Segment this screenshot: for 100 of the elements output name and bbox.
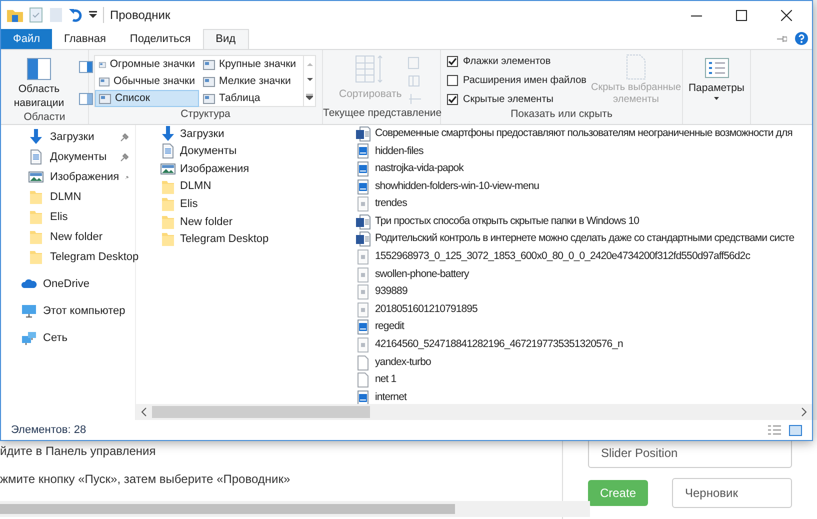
- scroll-down-icon[interactable]: [306, 78, 312, 82]
- details-view-icon[interactable]: [768, 424, 781, 436]
- close-icon[interactable]: [781, 10, 792, 20]
- scroll-right-icon[interactable]: [799, 407, 809, 417]
- download-arrow-icon: [28, 129, 44, 145]
- file-item[interactable]: 42164560_524718841282196_4672197735351320576_n: [355, 336, 812, 354]
- monitor-icon: [21, 303, 37, 319]
- file-item[interactable]: New folder: [160, 212, 355, 231]
- expand-icon[interactable]: [306, 94, 313, 100]
- folder-icon: [28, 229, 44, 245]
- nav-item[interactable]: Elis: [1, 207, 135, 227]
- file-item[interactable]: DLMN: [160, 178, 355, 196]
- details-pane-icon[interactable]: [79, 93, 93, 105]
- navigation-pane-icon[interactable]: [27, 58, 51, 80]
- options-icon[interactable]: [704, 58, 728, 78]
- file-item[interactable]: regedit: [355, 318, 812, 336]
- nav-item[interactable]: Документы: [1, 147, 135, 167]
- pin-icon[interactable]: [777, 35, 787, 43]
- properties-icon[interactable]: [29, 7, 43, 23]
- image-file-icon: [355, 248, 371, 265]
- blank-file-icon: [355, 354, 371, 371]
- file-item[interactable]: Загрузки: [160, 125, 355, 143]
- view-option[interactable]: Список: [95, 90, 199, 107]
- help-icon[interactable]: [795, 32, 808, 45]
- folder-icon: [160, 178, 176, 195]
- folder-icon: [28, 249, 44, 265]
- nav-item[interactable]: Этот компьютер: [1, 301, 135, 321]
- view-icon: [203, 94, 215, 104]
- file-item[interactable]: Родительский контроль в интернете можно сделать даже со стандартными средствами систе: [355, 230, 812, 248]
- checkbox[interactable]: Скрытые элементы: [447, 92, 589, 107]
- dropdown-icon[interactable]: [89, 11, 97, 19]
- checkbox[interactable]: Расширения имен файлов: [447, 73, 589, 88]
- view-option[interactable]: Обычные значки: [95, 73, 199, 90]
- view-icon: [99, 94, 111, 104]
- paragraph: жмите кнопку «Пуск», затем выберите «Проводник»: [0, 471, 292, 488]
- network-icon: [21, 330, 37, 346]
- checkbox[interactable]: Флажки элементов: [447, 54, 589, 69]
- word-document-icon: [355, 214, 371, 230]
- scrollbar[interactable]: [0, 501, 590, 517]
- file-item[interactable]: Telegram Desktop: [160, 230, 355, 248]
- file-item[interactable]: Три простых способа открыть скрытые папки в Windows 10: [355, 212, 812, 231]
- ribbon-tab[interactable]: Вид: [202, 29, 249, 49]
- file-item[interactable]: 2018051601210791895: [355, 300, 812, 319]
- file-item[interactable]: hidden-files: [355, 142, 812, 160]
- file-item[interactable]: yandex-turbo: [355, 354, 812, 372]
- nav-item[interactable]: Сеть: [1, 328, 135, 348]
- view-option[interactable]: Крупные значки: [199, 56, 303, 73]
- folder-icon: [160, 196, 176, 212]
- image-file-icon: [355, 196, 371, 212]
- maximize-icon[interactable]: [736, 10, 747, 20]
- file-item[interactable]: net 1: [355, 371, 812, 389]
- image-file-icon: [355, 160, 371, 177]
- file-item[interactable]: swollen-phone-battery: [355, 266, 812, 284]
- file-item[interactable]: trendes: [355, 195, 812, 213]
- checkmark-icon: [448, 57, 457, 66]
- image-file-icon: [355, 390, 371, 404]
- file-item[interactable]: Изображения: [160, 160, 355, 178]
- nav-item[interactable]: Изображения: [1, 167, 135, 187]
- folder-icon: [28, 189, 44, 205]
- ribbon-tab[interactable]: Файл: [1, 29, 52, 49]
- file-item[interactable]: nastrojka-vida-papok: [355, 160, 812, 178]
- file-item[interactable]: showhidden-folders-win-10-view-menu: [355, 178, 812, 196]
- file-item[interactable]: Документы: [160, 142, 355, 160]
- image-icon: [28, 169, 44, 185]
- document-icon: [160, 143, 176, 160]
- large-icons-view-icon[interactable]: [789, 424, 802, 436]
- nav-item[interactable]: New folder: [1, 227, 135, 247]
- nav-item[interactable]: OneDrive: [1, 274, 135, 294]
- checkmark-icon: [448, 95, 457, 104]
- word-document-icon: [355, 231, 371, 248]
- nav-item[interactable]: DLMN: [1, 187, 135, 207]
- view-option[interactable]: Мелкие значки: [199, 73, 303, 90]
- ribbon-tab[interactable]: Поделиться: [118, 29, 203, 49]
- file-item[interactable]: 939889: [355, 283, 812, 301]
- preview-pane-icon[interactable]: [79, 61, 93, 73]
- caret-icon: [714, 96, 719, 100]
- ribbon-tab[interactable]: Главная: [52, 29, 118, 49]
- nav-item[interactable]: Загрузки: [1, 127, 135, 147]
- image-file-icon: [355, 336, 371, 353]
- undo-icon[interactable]: [69, 8, 83, 22]
- file-item[interactable]: Современные смартфоны предоставляют пользователям неограниченные возможности для: [355, 125, 812, 143]
- view-icon: [99, 60, 106, 70]
- horizontal-scrollbar[interactable]: [136, 404, 812, 420]
- image-file-icon: [355, 143, 371, 160]
- file-item[interactable]: 1552968973_0_125_3072_1853_600x0_80_0_0_2420e4734200f312fd550d97aff56d2c: [355, 248, 812, 266]
- image-file-icon: [355, 266, 371, 283]
- options-button[interactable]: Параметры: [688, 81, 744, 97]
- scroll-left-icon[interactable]: [139, 407, 149, 417]
- folder-icon: [28, 209, 44, 225]
- view-icon: [203, 76, 215, 86]
- group-label: Текущее представление: [323, 106, 440, 122]
- navigation-pane-button[interactable]: Область навигации: [9, 82, 69, 110]
- group-label: Структура: [180, 107, 232, 122]
- item-count: Элементов: 28: [11, 422, 86, 438]
- view-option[interactable]: Огромные значки: [95, 56, 199, 73]
- status-select[interactable]: Черновик: [672, 478, 792, 508]
- view-icon: [99, 76, 110, 86]
- blank-file-icon: [355, 372, 371, 388]
- view-option[interactable]: Таблица: [199, 90, 303, 107]
- file-item[interactable]: Elis: [160, 195, 355, 213]
